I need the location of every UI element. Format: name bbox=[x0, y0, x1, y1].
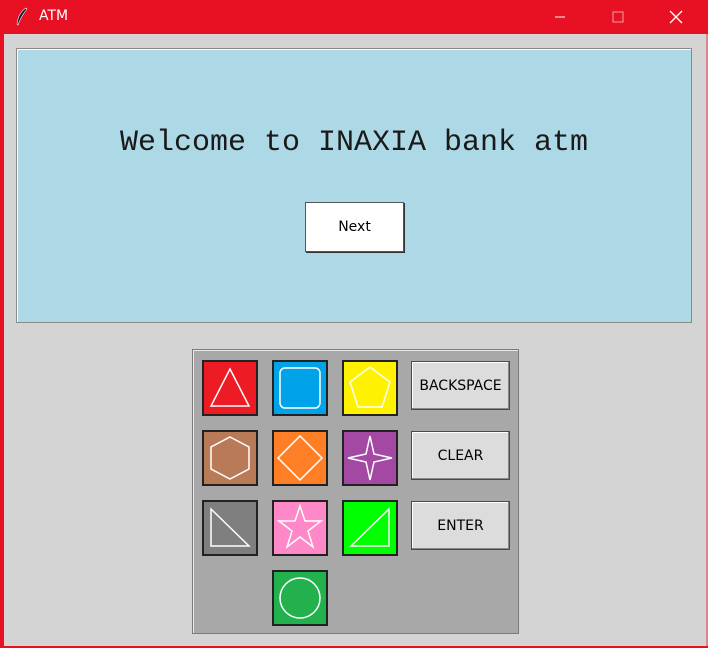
rounded-square-icon bbox=[279, 367, 321, 409]
star-icon bbox=[276, 503, 324, 550]
close-button[interactable] bbox=[647, 0, 705, 34]
enter-button[interactable]: ENTER bbox=[411, 501, 510, 550]
pentagon-icon bbox=[349, 366, 391, 408]
next-button[interactable]: Next bbox=[305, 202, 404, 252]
backspace-button[interactable]: BACKSPACE bbox=[411, 361, 510, 410]
triangle-icon bbox=[209, 367, 251, 407]
star-key[interactable] bbox=[272, 500, 328, 556]
circle-key[interactable] bbox=[272, 570, 328, 626]
minimize-icon bbox=[555, 16, 565, 18]
hexagon-key[interactable] bbox=[202, 430, 258, 486]
right-triangle-icon bbox=[349, 507, 390, 547]
hexagon-icon bbox=[210, 436, 250, 480]
pentagon-key[interactable] bbox=[342, 360, 398, 416]
diamond-icon bbox=[276, 434, 324, 482]
triangle-key[interactable] bbox=[202, 360, 258, 416]
maximize-icon bbox=[612, 11, 624, 23]
clear-button[interactable]: CLEAR bbox=[411, 431, 510, 480]
four-point-star-icon bbox=[347, 435, 393, 481]
close-icon bbox=[669, 10, 683, 24]
maximize-button[interactable] bbox=[589, 0, 647, 34]
right-triangle-icon bbox=[210, 507, 251, 547]
four-point-star-key[interactable] bbox=[342, 430, 398, 486]
circle-icon bbox=[279, 577, 321, 619]
square-key[interactable] bbox=[272, 360, 328, 416]
feather-icon bbox=[16, 7, 28, 26]
window-title: ATM bbox=[39, 8, 69, 24]
green-triangle-key[interactable] bbox=[342, 500, 398, 556]
atm-screen bbox=[16, 48, 692, 323]
diamond-key[interactable] bbox=[272, 430, 328, 486]
minimize-button[interactable] bbox=[531, 0, 589, 34]
grey-triangle-key[interactable] bbox=[202, 500, 258, 556]
title-bar: ATM bbox=[0, 0, 708, 34]
keypad-panel: BACKSPACE CLEAR ENTER bbox=[192, 349, 519, 634]
welcome-message: Welcome to INAXIA bank atm bbox=[119, 126, 589, 160]
